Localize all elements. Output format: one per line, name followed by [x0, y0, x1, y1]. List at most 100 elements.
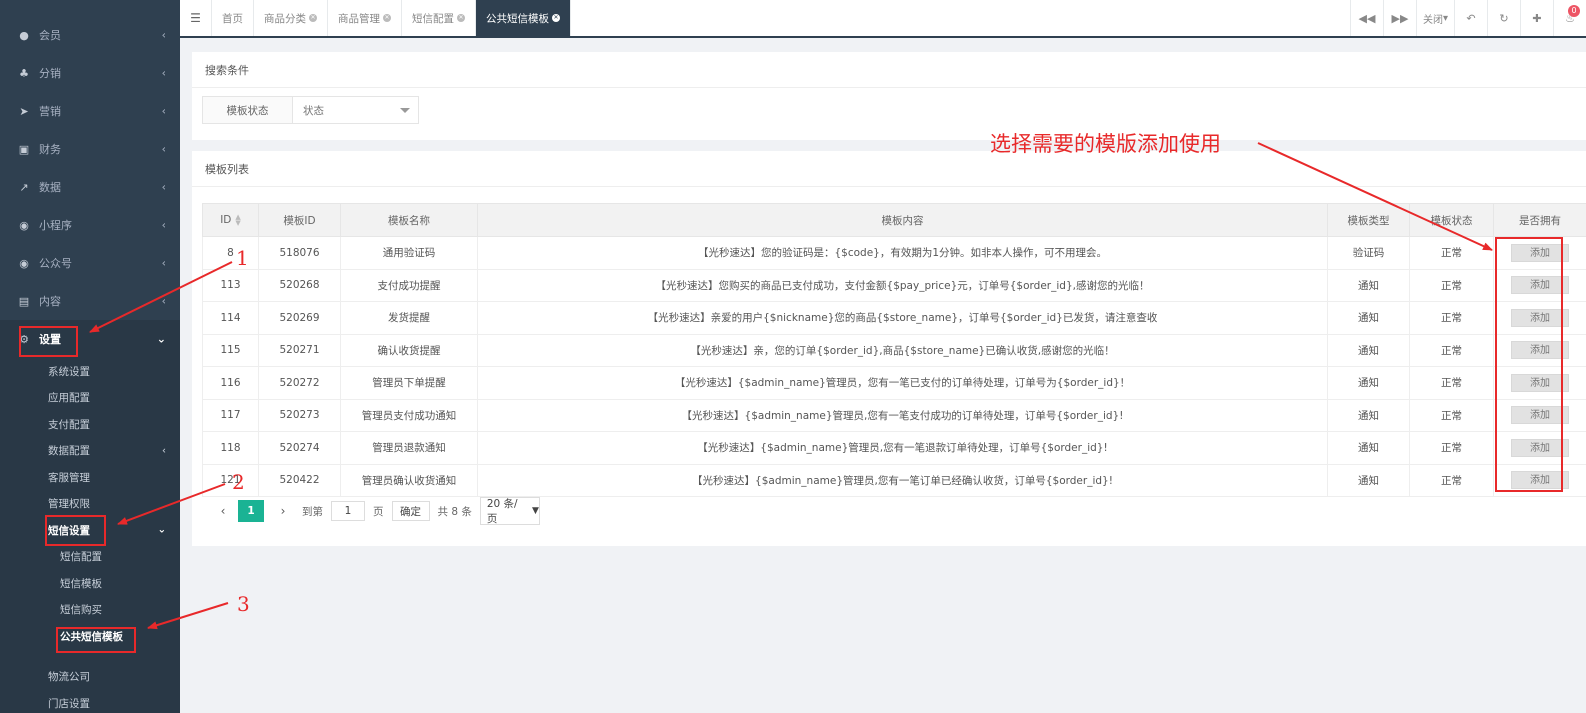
hamburger-icon[interactable]: ☰ — [180, 0, 212, 36]
annotation-box-public-template — [56, 627, 136, 653]
sidebar-item-distribution[interactable]: ♣分销‹ — [0, 54, 180, 92]
tab-goods[interactable]: 商品管理✕ — [328, 0, 402, 36]
annotation-box-sms-settings — [45, 515, 106, 546]
sidebar-item-official-account[interactable]: ◉公众号‹ — [0, 244, 180, 282]
sidebar-item-label: 数据 — [39, 179, 61, 195]
forward-icon[interactable]: ▶▶ — [1383, 0, 1416, 36]
chevron-left-icon: ‹ — [162, 295, 166, 308]
sidebar-subitem[interactable]: 管理权限 — [0, 491, 180, 518]
cell-id: 117 — [203, 399, 259, 432]
column-header: 模板状态 — [1410, 204, 1494, 237]
undo-icon[interactable]: ↶ — [1454, 0, 1487, 36]
tab-category[interactable]: 商品分类✕ — [254, 0, 328, 36]
cell-template-id: 520269 — [259, 302, 341, 335]
sidebar-subitem[interactable]: 系统设置 — [0, 358, 180, 385]
fullscreen-icon[interactable]: ✚ — [1520, 0, 1553, 36]
table-row: 113520268支付成功提醒【光秒速达】您购买的商品已支付成功，支付金额{$p… — [203, 269, 1586, 302]
user-icon: ● — [18, 29, 30, 42]
wechat-icon: ◉ — [18, 219, 30, 232]
sidebar-subitem-data-config[interactable]: 数据配置‹ — [0, 438, 180, 465]
column-header: 模板ID — [259, 204, 341, 237]
sidebar-item-member[interactable]: ●会员‹ — [0, 16, 180, 54]
cell-content: 【光秒速达】亲爱的用户{$nickname}您的商品{$store_name}，… — [478, 302, 1328, 335]
column-header: 模板内容 — [478, 204, 1328, 237]
sidebar-item-content[interactable]: ▤内容‹ — [0, 282, 180, 320]
annotation-step-2: 2 — [232, 470, 245, 494]
page-number-current[interactable]: 1 — [238, 500, 264, 522]
cell-type: 通知 — [1328, 334, 1410, 367]
cell-type: 通知 — [1328, 399, 1410, 432]
annotation-box-add-column — [1495, 237, 1563, 492]
sidebar-item-data[interactable]: ↗数据‹ — [0, 168, 180, 206]
tab-label: 首页 — [222, 11, 243, 26]
cell-content: 【光秒速达】{$admin_name}管理员,您有一笔支付成功的订单待处理，订单… — [478, 399, 1328, 432]
cell-name: 管理员下单提醒 — [341, 367, 478, 400]
annotation-hint: 选择需要的模版添加使用 — [990, 128, 1221, 158]
backward-icon[interactable]: ◀◀ — [1350, 0, 1383, 36]
cell-type: 通知 — [1328, 432, 1410, 465]
goto-page-input[interactable]: 1 — [331, 501, 365, 521]
status-select[interactable]: 状态 — [293, 97, 418, 123]
close-icon[interactable]: ✕ — [457, 14, 465, 22]
cell-name: 发货提醒 — [341, 302, 478, 335]
cell-id: 116 — [203, 367, 259, 400]
sidebar-subsubitem[interactable]: 短信配置 — [0, 544, 180, 571]
column-label: ID — [220, 214, 231, 226]
page-size-select[interactable]: 20 条/页 ▼ — [480, 497, 540, 525]
notification-badge: 0 — [1568, 5, 1580, 17]
refresh-icon[interactable]: ↻ — [1487, 0, 1520, 36]
cell-content: 【光秒速达】您购买的商品已支付成功，支付金额{$pay_price}元，订单号{… — [478, 269, 1328, 302]
table-header-row: ID▲▼ 模板ID 模板名称 模板内容 模板类型 模板状态 是否拥有 — [203, 204, 1586, 237]
sidebar-subitem[interactable]: 支付配置 — [0, 411, 180, 438]
pagination: ‹ 1 › 到第 1 页 确定 共 8 条 20 条/页▼ — [212, 499, 540, 523]
tab-public-sms-template[interactable]: 公共短信模板✕ — [476, 0, 571, 36]
template-table: ID▲▼ 模板ID 模板名称 模板内容 模板类型 模板状态 是否拥有 85180… — [202, 203, 1586, 497]
sidebar-item-marketing[interactable]: ➤营销‹ — [0, 92, 180, 130]
sidebar-item-label: 内容 — [39, 293, 61, 309]
tab-sms-config[interactable]: 短信配置✕ — [402, 0, 476, 36]
column-header: 模板名称 — [341, 204, 478, 237]
search-panel: 搜索条件 模板状态 状态 — [192, 52, 1586, 140]
chevron-left-icon: ‹ — [162, 143, 166, 156]
annotation-step-1: 1 — [236, 246, 249, 270]
cell-status: 正常 — [1410, 237, 1494, 270]
sidebar-subitem[interactable]: 客服管理 — [0, 464, 180, 491]
chevron-left-icon: ‹ — [162, 445, 166, 456]
sidebar-subsubitem[interactable]: 短信购买 — [0, 597, 180, 624]
cell-name: 确认收货提醒 — [341, 334, 478, 367]
table-row: 116520272管理员下单提醒【光秒速达】{$admin_name}管理员，您… — [203, 367, 1586, 400]
sidebar-subitem[interactable]: 应用配置 — [0, 385, 180, 412]
cell-name: 通用验证码 — [341, 237, 478, 270]
panel-title: 搜索条件 — [192, 52, 1586, 88]
table-row: 114520269发货提醒【光秒速达】亲爱的用户{$nickname}您的商品{… — [203, 302, 1586, 335]
sidebar-subitem[interactable]: 门店设置 — [0, 690, 180, 713]
tab-label: 短信配置 — [412, 11, 454, 26]
bell-icon[interactable]: ♨0 — [1553, 0, 1586, 36]
page-size-label: 20 条/页 — [487, 496, 528, 526]
close-icon[interactable]: ✕ — [383, 14, 391, 22]
template-list-panel: 模板列表 ID▲▼ 模板ID 模板名称 模板内容 模板类型 模板状态 是否拥有 … — [192, 151, 1586, 546]
tab-home[interactable]: 首页 — [212, 0, 254, 36]
sidebar-item-miniprogram[interactable]: ◉小程序‹ — [0, 206, 180, 244]
sidebar-subitem[interactable]: 物流公司 — [0, 664, 180, 691]
sidebar-subsubitem[interactable]: 短信模板 — [0, 570, 180, 597]
cell-id: 118 — [203, 432, 259, 465]
column-header-id[interactable]: ID▲▼ — [203, 204, 259, 237]
cell-template-id: 518076 — [259, 237, 341, 270]
close-tabs-button[interactable]: 关闭▾ — [1416, 0, 1454, 36]
select-placeholder: 状态 — [303, 103, 324, 118]
goto-confirm-button[interactable]: 确定 — [392, 501, 430, 521]
sidebar-item-finance[interactable]: ▣财务‹ — [0, 130, 180, 168]
chevron-left-icon: ‹ — [162, 29, 166, 42]
caret-down-icon: ▼ — [532, 506, 539, 516]
cell-name: 支付成功提醒 — [341, 269, 478, 302]
close-icon[interactable]: ✕ — [309, 14, 317, 22]
prev-page-icon[interactable]: ‹ — [212, 504, 234, 518]
top-tab-bar: ☰ 首页 商品分类✕ 商品管理✕ 短信配置✕ 公共短信模板✕ ◀◀ ▶▶ 关闭▾… — [180, 0, 1586, 38]
table-row: 118520274管理员退款通知【光秒速达】{$admin_name}管理员,您… — [203, 432, 1586, 465]
next-page-icon[interactable]: › — [272, 504, 294, 518]
table-row: 8518076通用验证码【光秒速达】您的验证码是：{$code}，有效期为1分钟… — [203, 237, 1586, 270]
share-icon: ♣ — [18, 67, 30, 80]
close-icon[interactable]: ✕ — [552, 14, 560, 22]
page-unit-label: 页 — [373, 504, 384, 519]
